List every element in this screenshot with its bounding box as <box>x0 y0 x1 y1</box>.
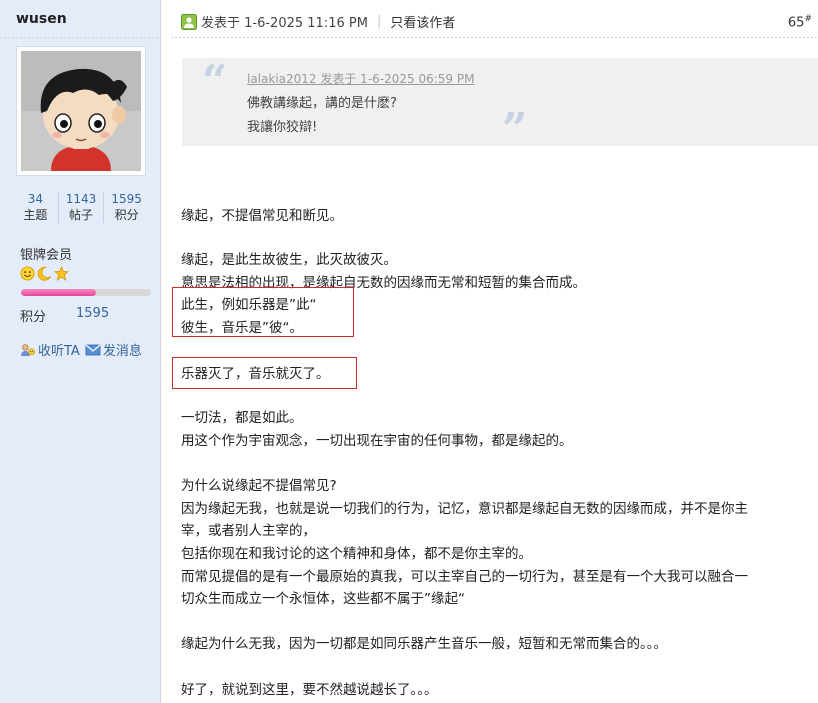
quote-line: 佛教講缘起，講的是什麽? <box>247 96 397 111</box>
post-body-line: 缘起，不提倡常见和断见。 <box>181 208 343 224</box>
rank-progress-fill <box>21 289 97 296</box>
stat-posts[interactable]: 1143 帖子 <box>57 192 104 223</box>
post-content: 发表于 1-6-2025 11:16 PM | 只看该作者 65# “ ” la… <box>161 0 818 703</box>
smiley-icon <box>20 266 35 281</box>
follow-button[interactable]: 收听TA <box>20 340 80 359</box>
post-body-line: 用这个作为宇宙观念，一切出现在宇宙的任何事物，都是缘起的。 <box>181 433 573 449</box>
points-row: 积分 1595 <box>20 306 109 325</box>
post-body-line: 因为缘起无我，也就是说一切我们的行为，记忆，意识都是缘起自无数的因缘而成，并不是… <box>181 501 748 517</box>
stat-points[interactable]: 1595 积分 <box>103 192 149 223</box>
post-body-line: 缘起，是此生故彼生，此灭故彼灭。 <box>181 252 397 268</box>
author-stats: 34 主题 1143 帖子 1595 积分 <box>13 192 149 223</box>
post-body-line: 彼生，音乐是”彼“。 <box>181 320 303 336</box>
follow-label[interactable]: 收听TA <box>38 340 80 359</box>
mail-icon <box>85 344 101 355</box>
post-meta: 发表于 1-6-2025 11:16 PM | 只看该作者 <box>181 12 455 31</box>
rank-icons <box>20 266 69 281</box>
floor-value[interactable]: 65 <box>788 15 805 30</box>
author-actions: 收听TA 发消息 <box>20 340 142 359</box>
post-body-line: 切众生而成立一个永恒体，这些都不属于”缘起“ <box>181 591 465 607</box>
post-body-line: 宰，或者别人主宰的， <box>181 523 316 539</box>
post-body-line: 而常见提倡的是有一个最原始的真我，可以主宰自己的一切行为，甚至是有一个大我可以融… <box>181 569 748 585</box>
floor-number[interactable]: 65# <box>788 14 812 30</box>
sidebar-divider <box>0 37 160 38</box>
send-message-label[interactable]: 发消息 <box>103 340 142 359</box>
author-username[interactable]: wusen <box>16 11 67 27</box>
stat-label: 帖子 <box>69 208 94 222</box>
moon-icon <box>37 266 51 281</box>
follow-icon <box>21 343 35 356</box>
quote-line: 我讓你狡辯! <box>247 120 318 135</box>
send-message-button[interactable]: 发消息 <box>85 340 142 359</box>
view-author-only-link[interactable]: 只看该作者 <box>390 12 455 31</box>
post-timestamp: 发表于 1-6-2025 11:16 PM <box>201 16 368 31</box>
post-body-line: 好了，就说到这里，要不然越说越长了。。。 <box>181 682 438 698</box>
post-body-line: 包括你现在和我讨论的这个精神和身体，都不是你主宰的。 <box>181 546 532 562</box>
quote-block: “ ” lalakia2012 发表于 1-6-2025 06:59 PM 佛教… <box>182 56 818 152</box>
meta-divider <box>171 37 818 38</box>
open-quote-icon: “ <box>202 56 228 107</box>
points-value: 1595 <box>76 306 110 321</box>
online-status-icon <box>181 13 197 30</box>
post-body-line: 为什么说缘起不提倡常见? <box>181 478 337 494</box>
floor-mark: # <box>804 14 812 24</box>
stat-value[interactable]: 1143 <box>59 192 104 207</box>
close-quote-icon: ” <box>502 104 528 155</box>
post-body-line: 缘起为什么无我，因为一切都是如同乐器产生音乐一般，短暂和无常而集合的。。。 <box>181 636 667 652</box>
star-icon <box>54 266 69 281</box>
stat-value[interactable]: 34 <box>13 192 58 207</box>
avatar-image <box>21 51 141 171</box>
post-body-line: 乐器灭了，音乐就灭了。 <box>181 366 330 382</box>
meta-separator: | <box>376 14 382 29</box>
post-body-line: 一切法，都是如此。 <box>181 410 303 426</box>
stat-value[interactable]: 1595 <box>104 192 149 207</box>
points-label: 积分 <box>20 310 47 325</box>
author-sidebar: wusen 34 主题 1143 帖子 1595 积分 银牌会员 积分 1595… <box>0 0 161 703</box>
stat-label: 积分 <box>114 208 139 222</box>
post-body-line: 此生，例如乐器是”此“ <box>181 297 317 313</box>
rank-progress-bar <box>21 289 151 296</box>
quote-source-link[interactable]: lalakia2012 发表于 1-6-2025 06:59 PM <box>247 70 474 87</box>
stat-threads[interactable]: 34 主题 <box>13 192 58 223</box>
stat-label: 主题 <box>23 208 48 222</box>
avatar[interactable] <box>16 46 146 176</box>
member-rank: 银牌会员 <box>20 248 73 263</box>
